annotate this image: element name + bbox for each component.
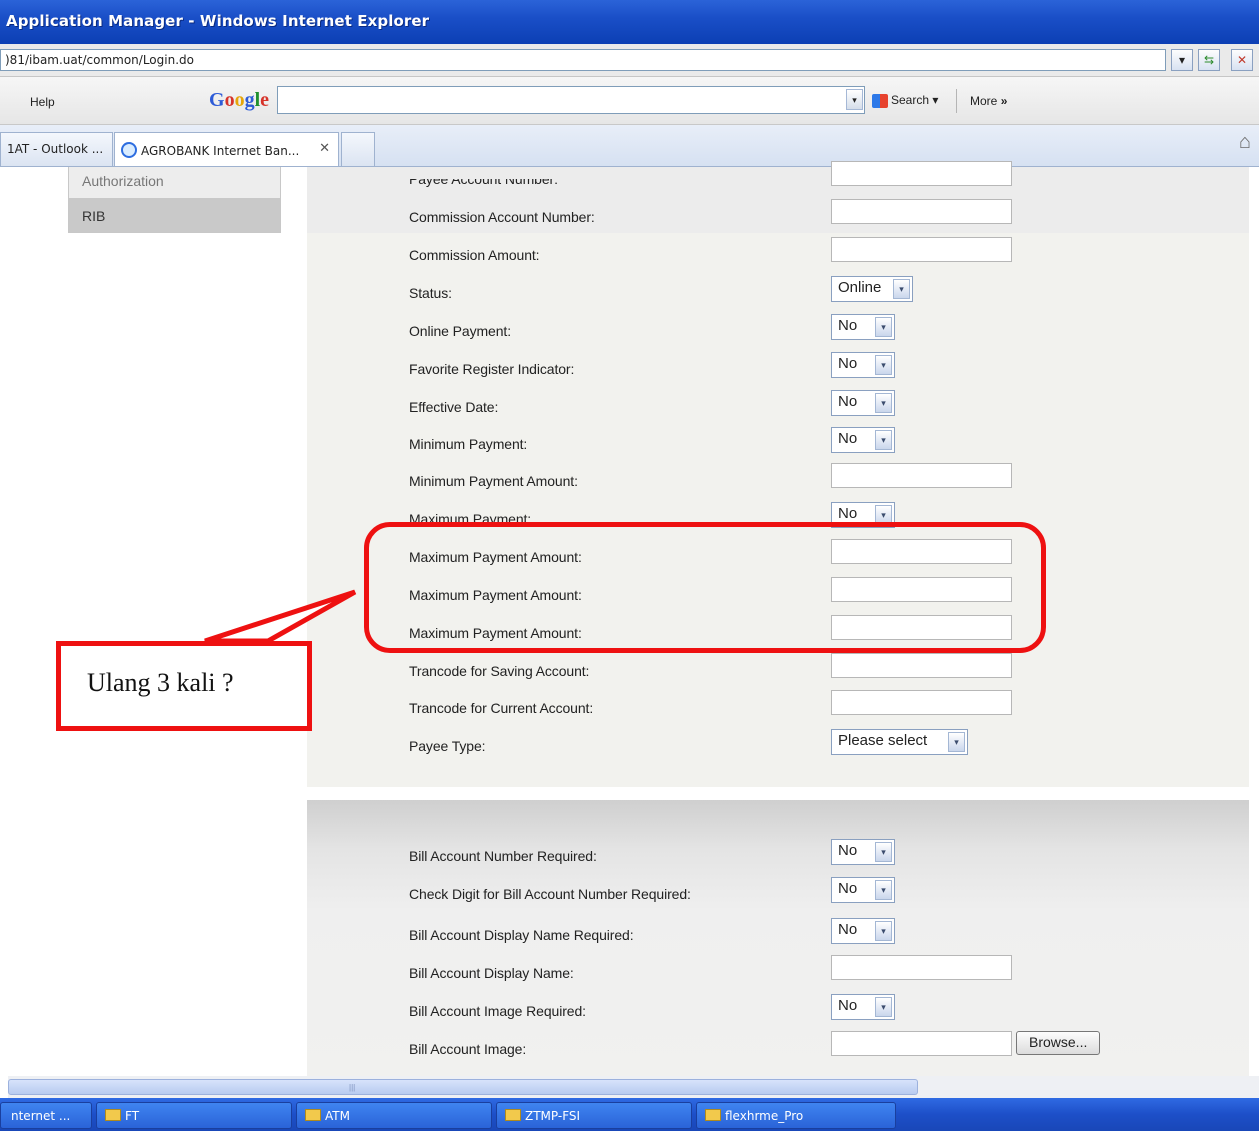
field-label: Minimum Payment Amount: [409,473,578,489]
field-select[interactable]: No ▾ [831,352,895,378]
folder-icon [505,1109,521,1121]
window-title-bar: Application Manager - Windows Internet E… [0,0,1259,44]
tab-agrobank[interactable]: AGROBANK Internet Ban... ✕ [114,132,339,166]
browse-button[interactable]: Browse... [1016,1031,1101,1055]
field-select[interactable]: No ▾ [831,839,895,865]
chevron-down-icon: ▾ [875,921,892,941]
refresh-icon[interactable]: ⇆ [1198,49,1220,71]
close-tab-icon[interactable]: ✕ [319,141,330,156]
field-label: Bill Account Image: [409,1041,527,1057]
more-button[interactable]: More » [970,94,1007,108]
toolbar-divider [956,89,957,113]
file-path-input[interactable] [831,1031,1012,1056]
chevron-down-icon: ▾ [875,317,892,337]
field-label: Check Digit for Bill Account Number Requ… [409,886,691,902]
field-input[interactable] [831,690,1012,715]
field-select[interactable]: No ▾ [831,918,895,944]
google-toolbar: Help Google ▾ Search ▾ More » [0,77,1259,125]
field-select[interactable]: Online ▾ [831,276,913,302]
field-input[interactable] [831,237,1012,262]
search-icon [872,93,888,108]
folder-icon [305,1109,321,1121]
help-menu[interactable]: Help [30,95,55,109]
field-label: Minimum Payment: [409,436,528,452]
google-search-button[interactable]: Search ▾ [872,93,938,108]
taskbar: nternet ... FT ATM ZTMP-FSI flexhrme_Pro [0,1098,1259,1131]
field-label: Trancode for Current Account: [409,700,594,716]
field-label: Bill Account Number Required: [409,848,597,864]
field-label: Commission Account Number: [409,209,595,225]
window-title: Application Manager - Windows Internet E… [6,12,430,30]
folder-icon [105,1109,121,1121]
field-label: Favorite Register Indicator: [409,361,575,377]
folder-icon [705,1109,721,1121]
taskbar-item-atm[interactable]: ATM [296,1102,492,1129]
ie-icon [121,142,137,158]
highlight-box [364,522,1046,653]
scrollbar-thumb[interactable]: ||| [8,1079,918,1095]
field-select[interactable]: No ▾ [831,314,895,340]
field-label: Status: [409,285,452,301]
field-input[interactable] [831,161,1012,186]
search-dropdown-icon[interactable]: ▾ [846,89,863,110]
google-logo: Google [209,89,270,111]
field-label: Commission Amount: [409,247,540,263]
chevron-down-icon: ▾ [875,880,892,900]
new-tab-button[interactable] [341,132,375,166]
stop-icon[interactable]: ✕ [1231,49,1253,71]
field-label: Bill Account Display Name Required: [409,927,634,943]
callout-box: Ulang 3 kali ? [56,641,312,731]
chevron-down-icon: ▾ [875,393,892,413]
taskbar-item-internet[interactable]: nternet ... [0,1102,92,1129]
field-select[interactable]: No ▾ [831,427,895,453]
field-input[interactable] [831,653,1012,678]
field-label: Bill Account Image Required: [409,1003,586,1019]
callout-text: Ulang 3 kali ? [87,668,234,697]
sidebar-item-rib[interactable]: RIB [68,199,281,233]
sidebar-item-authorization[interactable]: Authorization [68,167,281,199]
tab-outlook[interactable]: 1AT - Outlook ... [0,132,113,166]
chevron-down-icon: ▾ [948,732,965,752]
field-label: Online Payment: [409,323,511,339]
field-input[interactable] [831,955,1012,980]
field-select[interactable]: No ▾ [831,390,895,416]
field-label: Trancode for Saving Account: [409,663,590,679]
address-dropdown-icon[interactable]: ▾ [1171,49,1193,71]
home-icon[interactable]: ⌂ [1239,131,1251,154]
field-select[interactable]: No ▾ [831,877,895,903]
chevron-down-icon: ▾ [875,430,892,450]
horizontal-scrollbar[interactable]: ||| [8,1076,1259,1098]
field-label: Effective Date: [409,399,499,415]
field-select[interactable]: No ▾ [831,994,895,1020]
chevron-down-icon: ▾ [875,842,892,862]
chevron-down-icon: ▾ [893,279,910,299]
taskbar-item-ztmp-fsi[interactable]: ZTMP-FSI [496,1102,692,1129]
chevron-down-icon: ▾ [875,997,892,1017]
address-input[interactable]: )81/ibam.uat/common/Login.do [0,49,1166,71]
field-input[interactable] [831,463,1012,488]
tab-row: 1AT - Outlook ... AGROBANK Internet Ban.… [0,125,1259,167]
field-label: Payee Type: [409,738,486,754]
field-select[interactable]: Please select ▾ [831,729,968,755]
field-label: Bill Account Display Name: [409,965,574,981]
taskbar-item-flexhrme[interactable]: flexhrme_Pro [696,1102,896,1129]
google-search-input[interactable] [277,86,865,114]
taskbar-item-ft[interactable]: FT [96,1102,292,1129]
field-input[interactable] [831,199,1012,224]
chevron-down-icon: ▾ [875,355,892,375]
address-bar-row: )81/ibam.uat/common/Login.do ▾ ⇆ ✕ [0,44,1259,77]
